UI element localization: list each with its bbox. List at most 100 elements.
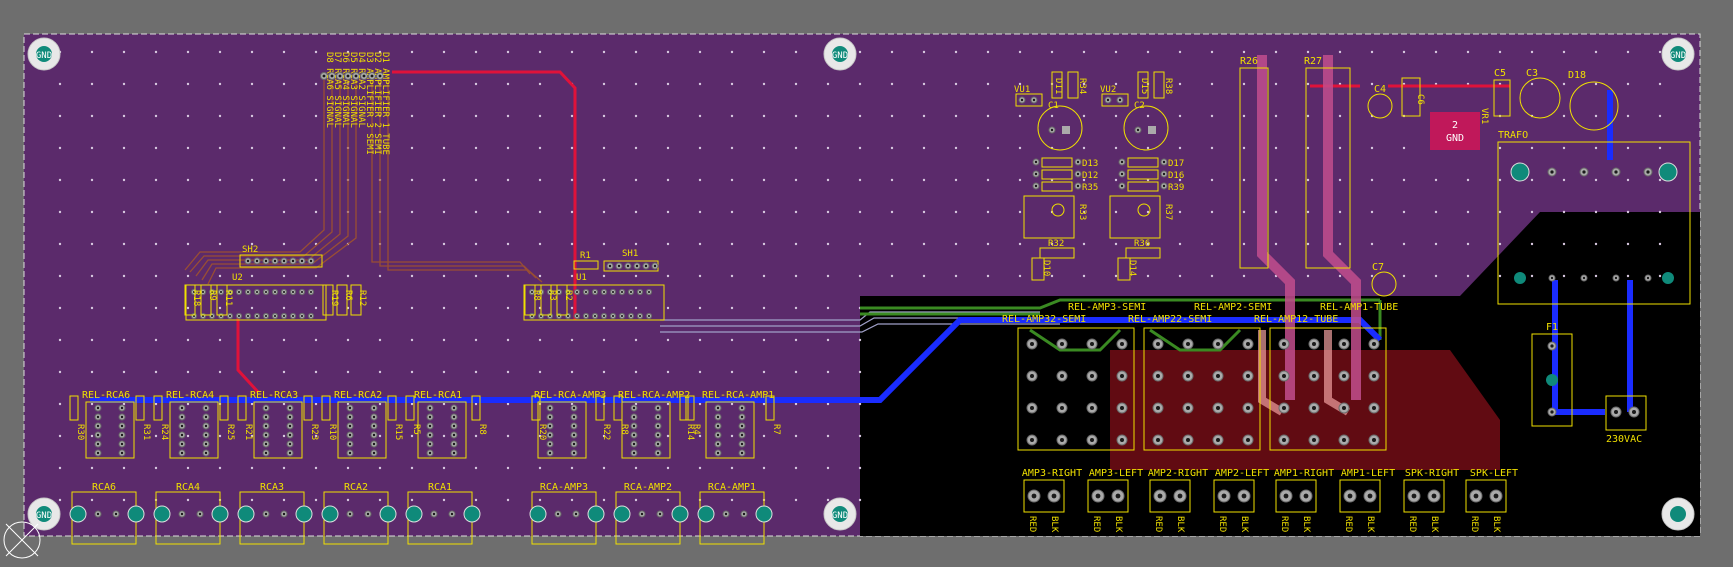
pad-hole xyxy=(548,433,552,437)
grid-dot xyxy=(378,402,382,406)
pad-hole xyxy=(291,259,295,263)
pad-hole xyxy=(1162,172,1166,176)
grid-dot xyxy=(346,466,350,470)
grid-dot xyxy=(442,146,446,150)
resistor-label: R23 xyxy=(309,424,319,440)
grid-dot xyxy=(378,306,382,310)
grid-dot xyxy=(442,466,446,470)
grid-dot xyxy=(90,178,94,182)
grid-dot xyxy=(954,274,958,278)
grid-dot xyxy=(1626,210,1630,214)
resistor-label: R20 xyxy=(537,424,547,440)
pad-hole xyxy=(572,442,576,446)
grid-dot xyxy=(1466,274,1470,278)
pad-hole xyxy=(1632,410,1636,414)
grid-dot xyxy=(282,402,286,406)
pcb-viewport[interactable]: GND GND GND GND GND D8 RCA6 SIGNAL D7 RCA5 SIG… xyxy=(0,0,1733,563)
pad-hole xyxy=(120,424,124,428)
grid-dot xyxy=(826,434,830,438)
grid-dot xyxy=(666,210,670,214)
grid-dot xyxy=(1594,210,1598,214)
grid-dot xyxy=(1562,210,1566,214)
pad-hole xyxy=(372,433,376,437)
fuse-via xyxy=(1546,374,1558,386)
grid-dot xyxy=(410,402,414,406)
grid-dot xyxy=(794,434,798,438)
grid-dot xyxy=(1242,178,1246,182)
pad-hole xyxy=(264,314,268,318)
grid-dot xyxy=(282,306,286,310)
grid-dot xyxy=(218,466,222,470)
grid-dot xyxy=(186,178,190,182)
grid-dot xyxy=(250,82,254,86)
grid-dot xyxy=(1562,178,1566,182)
pad-hole xyxy=(428,424,432,428)
pad-hole xyxy=(1156,406,1160,410)
wire-label-blk: BLK xyxy=(1365,516,1375,533)
grid-dot xyxy=(922,210,926,214)
pad-hole xyxy=(273,259,277,263)
pad-hole xyxy=(575,314,579,318)
grid-dot xyxy=(698,82,702,86)
pad-hole xyxy=(264,433,268,437)
grid-dot xyxy=(1530,242,1534,246)
pad-hole xyxy=(348,406,352,410)
speaker-label: SPK-RIGHT xyxy=(1405,468,1459,479)
pad-hole xyxy=(372,451,376,455)
pad-hole xyxy=(180,415,184,419)
resistor-label: R12 xyxy=(357,290,367,306)
pad-hole xyxy=(366,512,370,516)
grid-dot xyxy=(90,114,94,118)
grid-dot xyxy=(1178,146,1182,150)
grid-dot xyxy=(794,242,798,246)
pad-hole xyxy=(204,415,208,419)
capacitor-label: C2 xyxy=(1134,101,1145,111)
pad-hole xyxy=(1162,184,1166,188)
c4-label: C4 xyxy=(1374,84,1386,95)
pad-hole xyxy=(1216,374,1220,378)
grid-dot xyxy=(1658,82,1662,86)
grid-dot xyxy=(186,306,190,310)
pad-hole xyxy=(740,442,744,446)
grid-dot xyxy=(1530,178,1534,182)
relay-label: REL-RCA-AMP1 xyxy=(702,390,774,401)
grid-dot xyxy=(1562,82,1566,86)
pad-hole xyxy=(1246,374,1250,378)
grid-dot xyxy=(410,242,414,246)
pad-hole xyxy=(1030,438,1034,442)
grid-dot xyxy=(922,178,926,182)
grid-dot xyxy=(122,114,126,118)
grid-dot xyxy=(1594,242,1598,246)
rca-ground-pad xyxy=(405,505,423,523)
grid-dot xyxy=(58,178,62,182)
pad-hole xyxy=(180,424,184,428)
pad-hole xyxy=(96,415,100,419)
grid-dot xyxy=(58,82,62,86)
sh1-label: SH1 xyxy=(622,249,638,259)
grid-dot xyxy=(570,146,574,150)
grid-dot xyxy=(506,82,510,86)
grid-dot xyxy=(794,306,798,310)
trafo-label: TRAFO xyxy=(1498,130,1528,141)
pad-hole xyxy=(572,406,576,410)
pad-hole xyxy=(632,424,636,428)
grid-dot xyxy=(1018,146,1022,150)
pad-hole xyxy=(653,264,657,268)
pcb-canvas[interactable]: GND GND GNDGND GNDD8 RCA6 SIGNALD7 RCA5 SIG… xyxy=(0,0,1733,563)
grid-dot xyxy=(506,370,510,374)
grid-dot xyxy=(154,402,158,406)
pad-hole xyxy=(1020,98,1024,102)
grid-dot xyxy=(730,370,734,374)
grid-dot xyxy=(1146,114,1150,118)
grid-dot xyxy=(154,114,158,118)
grid-dot xyxy=(346,370,350,374)
grid-dot xyxy=(1082,242,1086,246)
grid-dot xyxy=(1338,50,1342,54)
pad-hole xyxy=(282,290,286,294)
grid-dot xyxy=(698,210,702,214)
grid-dot xyxy=(506,114,510,118)
grid-dot xyxy=(634,370,638,374)
grid-dot xyxy=(1338,210,1342,214)
pad-hole xyxy=(548,424,552,428)
pad-hole xyxy=(1614,276,1618,280)
